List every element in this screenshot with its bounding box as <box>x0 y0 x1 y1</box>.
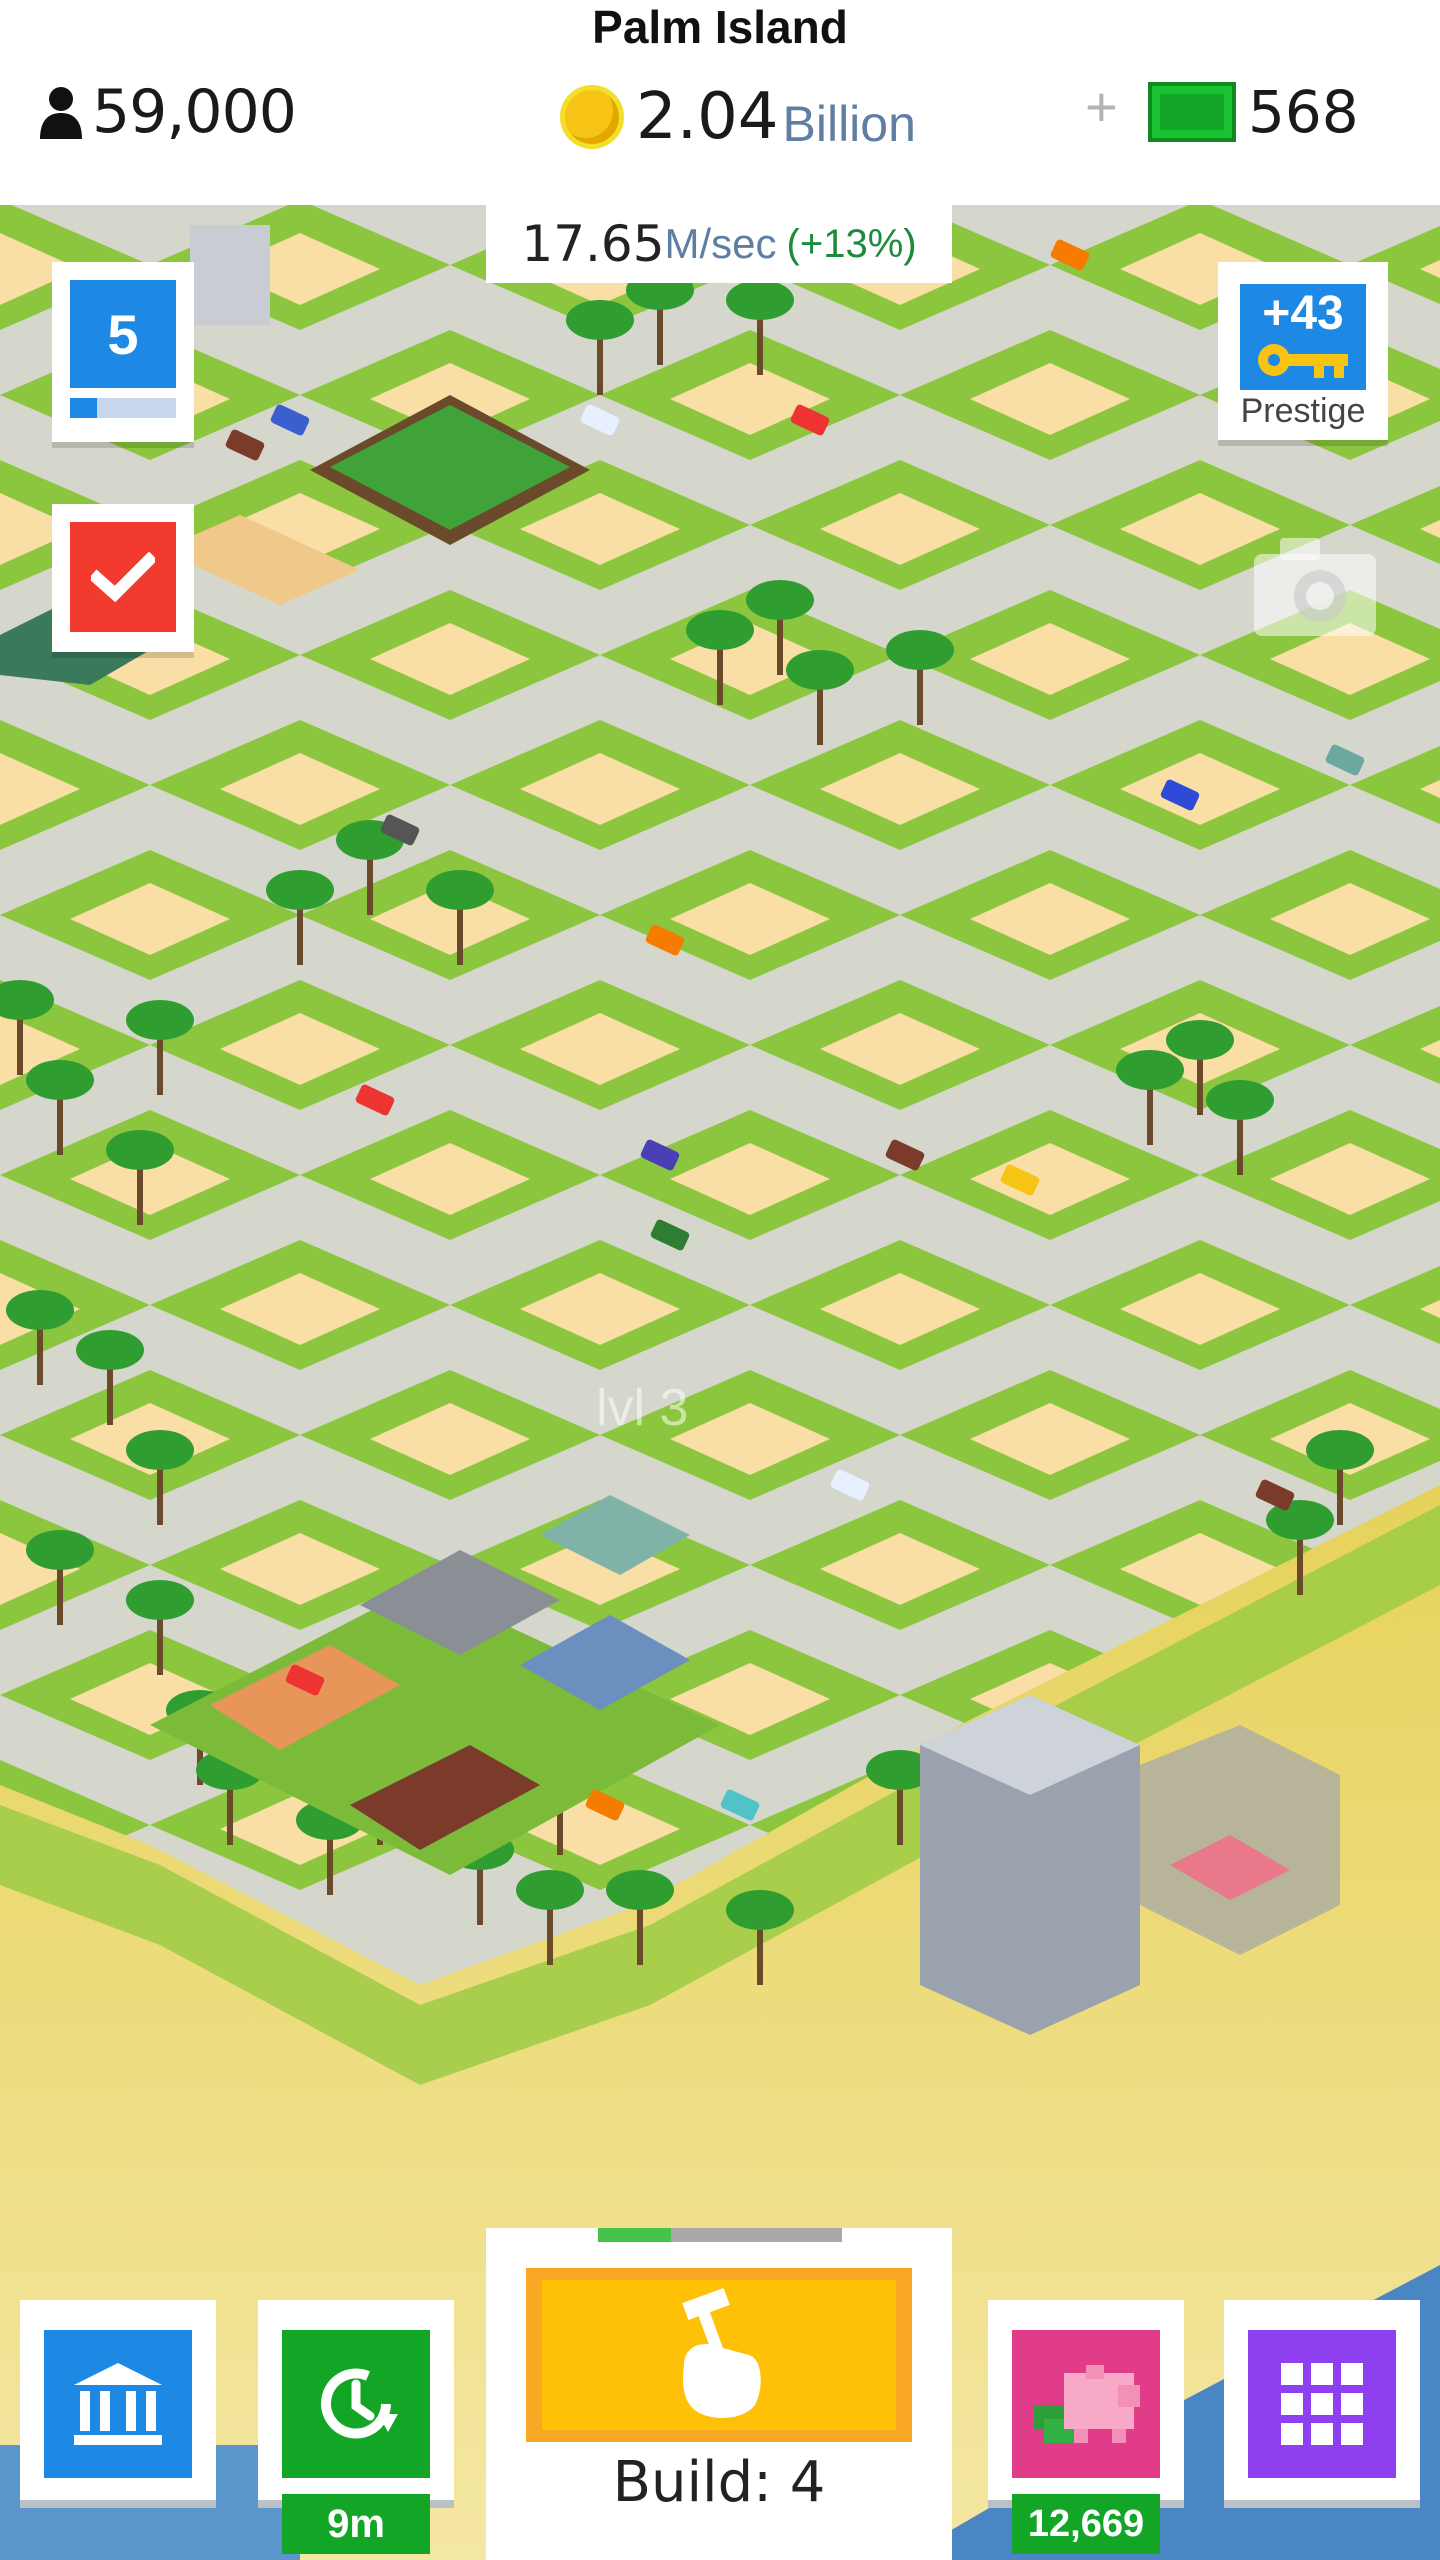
palm-tree <box>566 300 634 395</box>
time-warp-button[interactable] <box>258 2300 454 2500</box>
checkmark-icon <box>70 522 176 632</box>
palm-tree <box>886 630 954 725</box>
piggy-bank-button[interactable] <box>988 2300 1184 2500</box>
level-button[interactable]: 5 <box>52 262 194 442</box>
prestige-label: Prestige <box>1240 392 1366 430</box>
population-counter: 59,000 <box>38 72 297 152</box>
island-name[interactable]: Palm Island <box>0 0 1440 54</box>
piggy-bank-icon <box>1012 2330 1160 2478</box>
build-button-face <box>526 2268 912 2442</box>
car <box>270 404 310 436</box>
grid-icon <box>1248 2330 1396 2478</box>
income-rate: 17.65 M/sec (+13%) <box>486 205 952 283</box>
build-progress-fill <box>598 2228 672 2242</box>
income-unit: M/sec <box>664 220 777 267</box>
clock-arrow-icon <box>282 2330 430 2478</box>
car <box>830 1469 870 1501</box>
piggy-bank-amount: 12,669 <box>1012 2494 1160 2554</box>
build-progress-bar <box>598 2228 842 2242</box>
city-map-render <box>0 205 1440 2560</box>
cash-counter[interactable]: 568 <box>1148 78 1359 146</box>
hand-hammer-icon <box>542 2280 896 2430</box>
income-value: 17.65 <box>521 215 665 273</box>
grass-block <box>1350 1006 1440 1084</box>
build-label: Build: 4 <box>612 2450 826 2515</box>
level-progress-bar <box>70 398 176 418</box>
population-value: 59,000 <box>92 77 297 147</box>
income-bonus: (+13%) <box>786 221 917 266</box>
car <box>1325 744 1365 776</box>
car <box>580 404 620 436</box>
prestige-button[interactable]: +43 Prestige <box>1218 262 1388 440</box>
menu-button[interactable] <box>1224 2300 1420 2500</box>
camera-icon[interactable] <box>1250 530 1380 640</box>
coin-icon <box>560 85 624 149</box>
level-number: 5 <box>70 280 176 388</box>
grass-block <box>1350 746 1440 824</box>
money-amount: 2.04 <box>636 80 779 154</box>
build-button[interactable]: Build: 4 <box>486 2228 952 2560</box>
key-icon <box>1258 344 1348 378</box>
building-level-label: lvl 3 <box>596 1379 689 1437</box>
level-progress-fill <box>70 398 97 418</box>
car <box>225 429 265 461</box>
bank-button[interactable] <box>20 2300 216 2500</box>
time-warp-timer: 9m <box>282 2494 430 2554</box>
cash-bill-icon <box>1148 82 1236 142</box>
person-icon <box>40 87 82 139</box>
palm-tree <box>626 270 694 365</box>
car <box>650 1219 690 1251</box>
city-map[interactable] <box>0 205 1440 2560</box>
car <box>355 1084 395 1116</box>
tasks-button[interactable] <box>52 504 194 652</box>
prestige-amount: +43 <box>1262 287 1344 340</box>
money-counter: 2.04 Billion <box>560 72 916 162</box>
money-unit: Billion <box>782 96 916 152</box>
buy-cash-plus-button[interactable]: + <box>1085 74 1118 139</box>
grass-block <box>1350 1266 1440 1344</box>
bank-icon <box>44 2330 192 2478</box>
prestige-badge: +43 <box>1240 284 1366 390</box>
cash-value: 568 <box>1248 78 1359 146</box>
car <box>885 1139 925 1171</box>
top-bar: Palm Island 59,000 2.04 Billion + 568 <box>0 0 1440 205</box>
